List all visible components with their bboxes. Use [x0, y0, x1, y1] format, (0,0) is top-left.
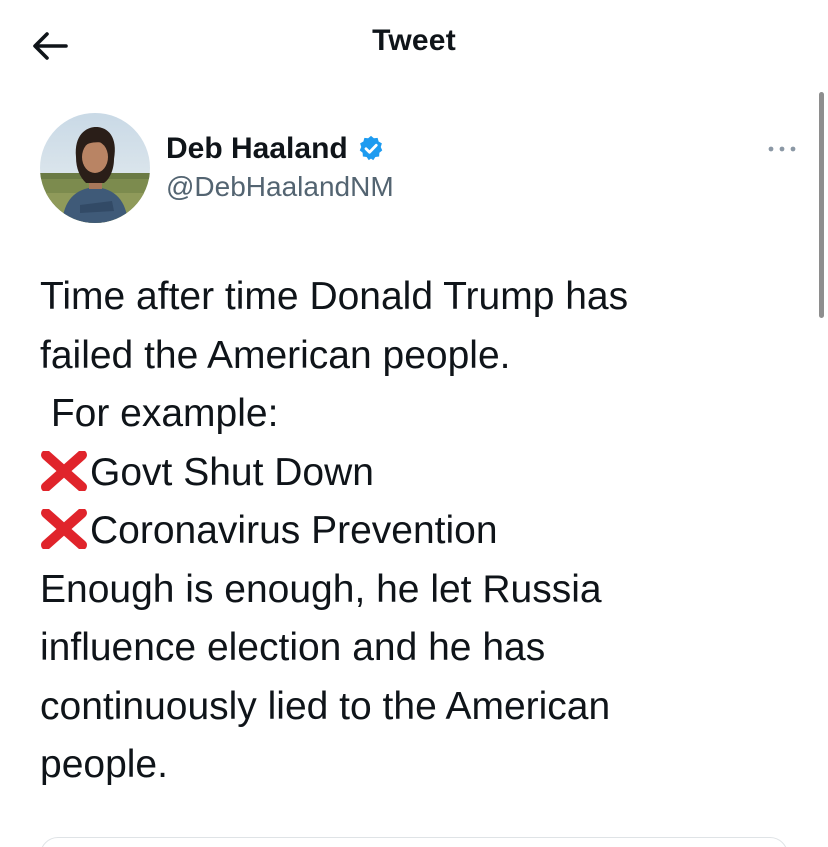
tweet-line: continuously lied to the American — [40, 684, 611, 728]
tweet-author: Deb Haaland @DebHaalandNM — [40, 113, 800, 225]
display-name[interactable]: Deb Haaland — [166, 132, 348, 166]
tweet-line: Govt Shut Down — [90, 450, 374, 494]
tweet-bullet-line: Coronavirus Prevention — [40, 502, 790, 561]
tweet-line: people. — [40, 743, 168, 786]
tweet-line: Enough is enough, he let Russia — [40, 567, 602, 611]
header-bar: Tweet — [0, 0, 828, 92]
scrollbar-thumb[interactable] — [819, 92, 824, 318]
more-options-button[interactable] — [764, 137, 800, 161]
user-handle[interactable]: @DebHaalandNM — [166, 171, 394, 203]
tweet-line: For example: — [40, 392, 279, 435]
page-title: Tweet — [372, 24, 456, 57]
display-name-row: Deb Haaland — [166, 129, 394, 169]
verified-badge-icon — [356, 134, 386, 164]
avatar[interactable] — [40, 113, 150, 223]
cross-mark-icon — [41, 509, 87, 549]
tweet-line: Time after time Donald Trump has — [40, 275, 629, 318]
tweet-detail-screen: Tweet Deb Haaland @DebHaalandNM Time aft… — [0, 0, 828, 847]
more-horizontal-icon — [768, 146, 796, 152]
embedded-card-edge[interactable] — [40, 837, 788, 847]
tweet-line: influence election and he has — [40, 626, 546, 669]
author-info: Deb Haaland @DebHaalandNM — [166, 129, 394, 203]
tweet-line: failed the American people. — [40, 333, 511, 377]
tweet-line: Coronavirus Prevention — [90, 509, 498, 552]
tweet-bullet-line: Govt Shut Down — [40, 444, 790, 503]
cross-mark-icon — [41, 450, 87, 491]
tweet-text: Time after time Donald Trump has failed … — [40, 268, 790, 795]
